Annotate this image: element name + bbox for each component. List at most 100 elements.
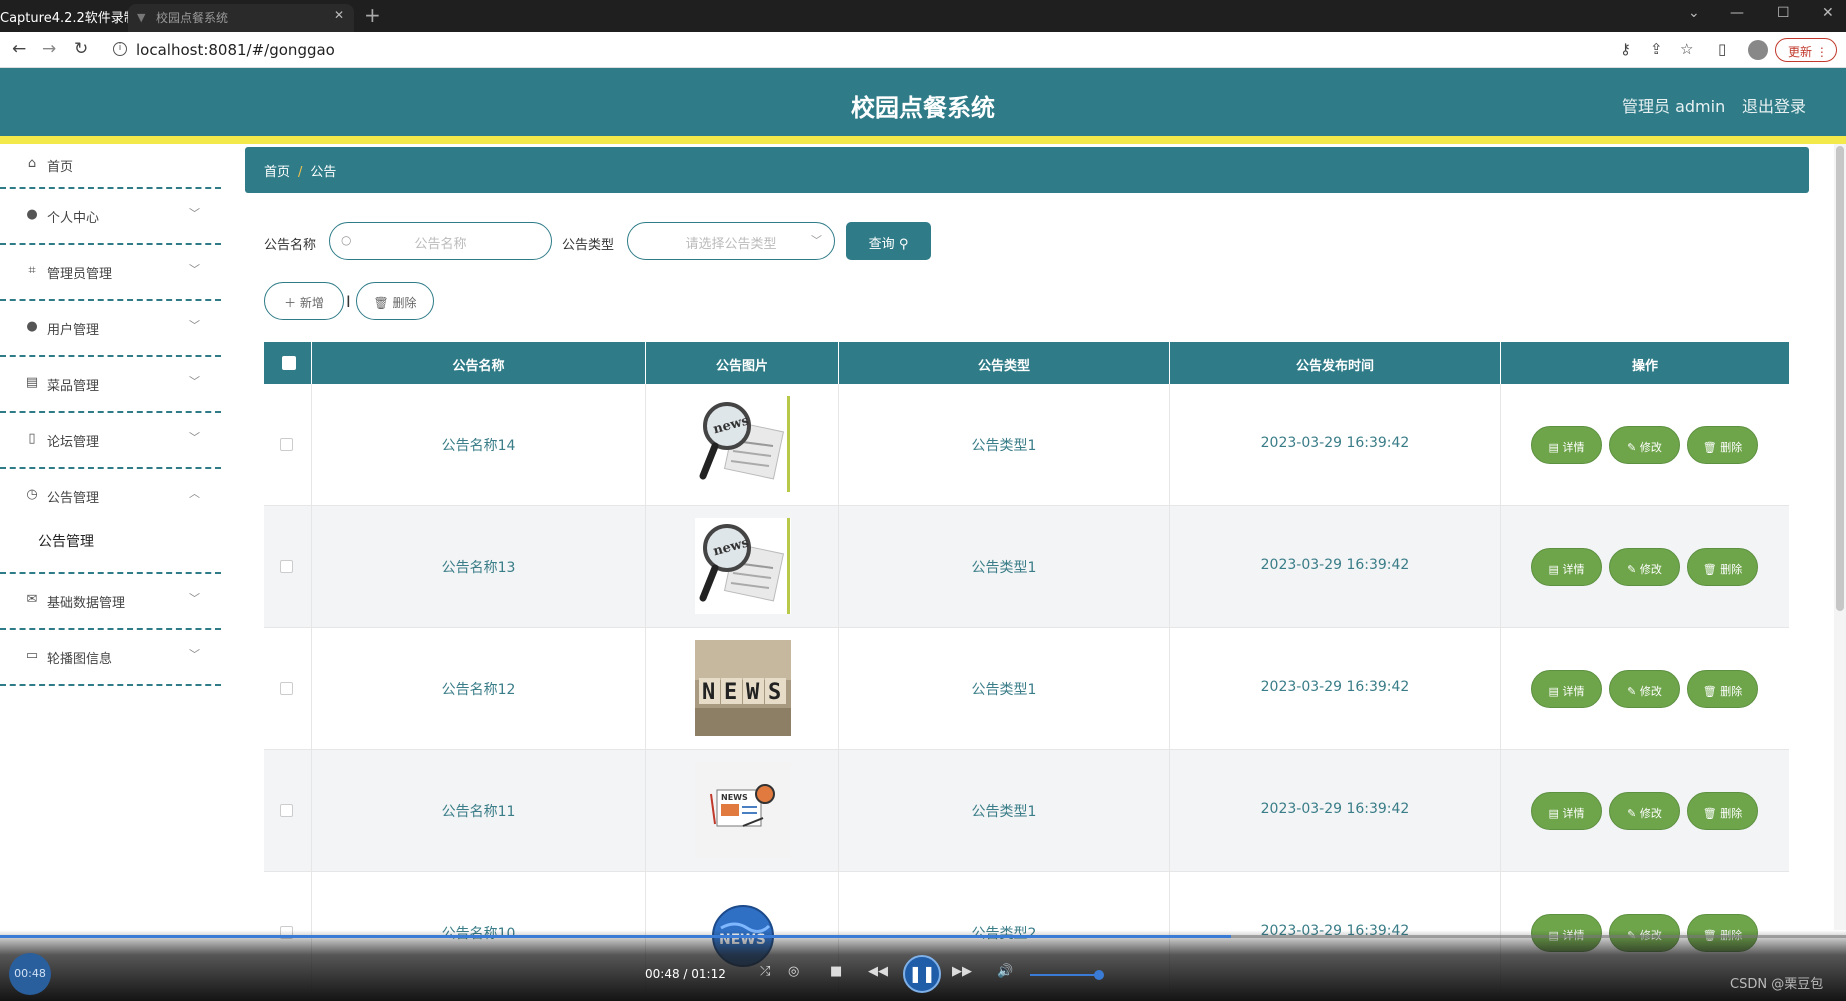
info-icon[interactable]: i [113, 42, 127, 56]
chevron-down-icon: ﹀ [189, 263, 200, 276]
header-accent-strip [0, 136, 1846, 144]
user-icon: ● [26, 319, 38, 334]
row-checkbox[interactable] [280, 438, 293, 451]
sidebar-item-carousel[interactable]: ▭ 轮播图信息 ﹀ [0, 630, 221, 686]
delete-button[interactable]: 🗑 删除 [1687, 548, 1758, 586]
loop-icon[interactable]: ◎ [788, 964, 799, 979]
chevron-down-icon: ﹀ [189, 431, 200, 444]
url-field[interactable]: localhost:8081/#/gonggao [136, 41, 335, 59]
notice-thumbnail[interactable]: NEWS [695, 640, 791, 736]
notice-time-cell: 2023-03-29 16:39:42 [1170, 750, 1501, 872]
sidebar-item-home[interactable]: ⌂ 首页 [0, 144, 221, 189]
notice-time-cell: 2023-03-29 16:39:42 [1170, 628, 1501, 750]
volume-icon[interactable]: 🔊 [997, 964, 1013, 979]
fast-forward-icon[interactable]: ▶▶ [952, 964, 972, 979]
edit-button[interactable]: ✎ 修改 [1609, 670, 1680, 708]
notice-name-cell: 公告名称13 [312, 506, 646, 628]
maximize-icon[interactable]: ☐ [1777, 5, 1790, 21]
notice-thumbnail[interactable]: NEWS [695, 762, 791, 858]
sidebar-item-dishes[interactable]: ▤ 菜品管理 ﹀ [0, 357, 221, 413]
card-icon: ▭ [25, 648, 39, 663]
table-row: 公告名称12 N E W S 公告类型1 2023-03-29 16:39:42 ▤ 详情 ✎ … [264, 628, 1789, 750]
delete-button[interactable]: 🗑 删除 [1687, 792, 1758, 830]
batch-delete-button[interactable]: 🗑 删除 [356, 282, 434, 320]
edit-button[interactable]: ✎ 修改 [1609, 792, 1680, 830]
notice-image-cell: news [646, 384, 839, 506]
logout-link[interactable]: 退出登录 [1742, 93, 1806, 117]
row-checkbox[interactable] [280, 682, 293, 695]
sidebar-item-notices[interactable]: ◷ 公告管理 ︿ 公告管理 [0, 469, 221, 574]
edit-button[interactable]: ✎ 修改 [1609, 426, 1680, 464]
reload-icon[interactable]: ↻ [74, 39, 88, 59]
shuffle-icon[interactable]: ⤮ [760, 964, 770, 979]
detail-button[interactable]: ▤ 详情 [1531, 792, 1602, 830]
sidebar-item-label: 用户管理 [47, 323, 100, 338]
share-icon[interactable]: ⇪ [1650, 40, 1663, 58]
update-button[interactable]: 更新 ⋮ [1775, 38, 1837, 62]
video-progress-bar[interactable] [0, 935, 1846, 938]
sidebar-item-basic-data[interactable]: ✉ 基础数据管理 ﹀ [0, 574, 221, 630]
volume-knob[interactable] [1094, 970, 1104, 980]
detail-icon: ▤ [1548, 807, 1559, 820]
forward-icon[interactable]: → [42, 39, 56, 59]
notice-thumbnail[interactable]: news [695, 396, 791, 492]
text-cursor-icon: I [346, 292, 351, 311]
detail-label: 详情 [1562, 441, 1585, 454]
notice-name-input[interactable]: ○ 公告名称 [329, 222, 552, 260]
minimize-icon[interactable]: — [1730, 5, 1744, 21]
detail-button[interactable]: ▤ 详情 [1531, 426, 1602, 464]
select-all-checkbox[interactable] [282, 356, 296, 370]
chevron-down-icon: ﹀ [189, 207, 200, 220]
stop-icon[interactable]: ■ [830, 964, 842, 979]
star-icon[interactable]: ☆ [1680, 40, 1693, 58]
detail-button[interactable]: ▤ 详情 [1531, 548, 1602, 586]
csdn-watermark: CSDN @栗豆包 [1730, 977, 1824, 992]
new-tab-icon[interactable]: + [364, 3, 381, 27]
pause-icon[interactable]: ❚❚ [903, 955, 941, 993]
browser-tab[interactable]: ▼ 校园点餐系统 ✕ [128, 4, 354, 32]
sidebar-item-label: 基础数据管理 [47, 596, 126, 611]
notice-time-cell: 2023-03-29 16:39:42 [1170, 506, 1501, 628]
chevron-down-icon: ﹀ [189, 592, 200, 605]
sidebar-item-forum[interactable]: ▯ 论坛管理 ﹀ [0, 413, 221, 469]
notice-image-cell: NEWS [646, 750, 839, 872]
window-close-icon[interactable]: ✕ [1822, 5, 1834, 21]
delete-label: 删除 [1720, 807, 1743, 820]
sidebar-item-users[interactable]: ● 用户管理 ﹀ [0, 301, 221, 357]
column-header-time: 公告发布时间 [1170, 342, 1501, 384]
row-actions-cell: ▤ 详情✎ 修改🗑 删除 [1501, 384, 1789, 506]
query-button[interactable]: 查询 ⚲ [846, 222, 931, 260]
notice-image-cell: NEWS [646, 628, 839, 750]
sidepanel-icon[interactable]: ▯ [1718, 40, 1726, 58]
sidebar-item-admins[interactable]: ⌗ 管理员管理 ﹀ [0, 245, 221, 301]
chevron-down-icon: ﹀ [189, 319, 200, 332]
key-icon[interactable]: ⚷ [1620, 40, 1631, 58]
notice-thumbnail[interactable]: news [695, 518, 791, 614]
notice-type-select[interactable]: 请选择公告类型 ﹀ [627, 222, 835, 260]
current-user: 管理员 admin [1622, 97, 1726, 116]
profile-avatar[interactable] [1748, 40, 1768, 60]
trash-icon: 🗑 [1702, 441, 1717, 454]
edit-button[interactable]: ✎ 修改 [1609, 548, 1680, 586]
rewind-icon[interactable]: ◀◀ [868, 964, 888, 979]
sidebar-item-profile[interactable]: ● 个人中心 ﹀ [0, 189, 221, 245]
column-header-name: 公告名称 [312, 342, 646, 384]
sidebar-item-label: 菜品管理 [47, 379, 100, 394]
close-icon[interactable]: ✕ [334, 8, 344, 22]
add-button[interactable]: ＋ 新增 [264, 282, 344, 320]
chevron-down-icon[interactable]: ⌄ [1688, 5, 1700, 21]
back-icon[interactable]: ← [12, 39, 26, 59]
detail-label: 详情 [1562, 563, 1585, 576]
detail-button[interactable]: ▤ 详情 [1531, 670, 1602, 708]
row-checkbox[interactable] [280, 804, 293, 817]
scrollbar-thumb[interactable] [1836, 146, 1844, 611]
delete-button[interactable]: 🗑 删除 [1687, 426, 1758, 464]
sidebar-subitem-notices[interactable]: 公告管理 [38, 531, 94, 551]
breadcrumb-home[interactable]: 首页 [264, 165, 290, 180]
svg-text:S: S [768, 680, 781, 705]
delete-button[interactable]: 🗑 删除 [1687, 670, 1758, 708]
sidebar-item-label: 论坛管理 [47, 435, 100, 450]
volume-slider[interactable] [1030, 970, 1104, 980]
cabinet-icon: ▤ [25, 375, 39, 390]
row-checkbox[interactable] [280, 560, 293, 573]
